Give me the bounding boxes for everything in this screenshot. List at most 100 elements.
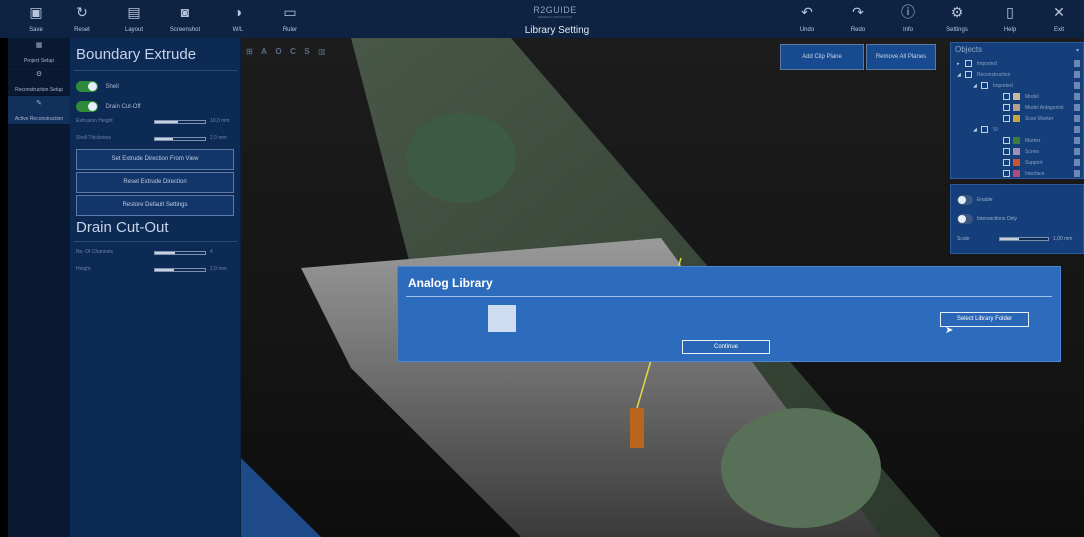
options-icon[interactable] — [1074, 115, 1080, 122]
camera-icon: ◙ — [180, 4, 190, 20]
list-item[interactable]: ◢ Imported — [951, 81, 1083, 91]
sagittal-view-icon[interactable]: S — [304, 47, 309, 56]
clip-options-panel: Enable Intersections Only Scale 1,00 mm — [950, 184, 1084, 254]
visibility-checkbox[interactable] — [981, 82, 988, 89]
expand-arrow-icon[interactable]: ▸ — [957, 61, 960, 67]
step-active-reconstruction[interactable]: ✎ Active Reconstruction — [8, 96, 70, 125]
options-icon[interactable] — [1074, 137, 1080, 144]
list-item[interactable]: ▸ Imported — [951, 59, 1083, 69]
shell-toggle[interactable] — [76, 81, 98, 93]
extrusion-height-row: Extrusion Height 10,0 mm — [76, 118, 230, 124]
ruler-button[interactable]: ▭ Ruler — [265, 0, 315, 38]
color-swatch[interactable] — [1013, 159, 1020, 166]
reset-icon: ↻ — [76, 4, 88, 20]
color-swatch[interactable] — [1013, 115, 1020, 122]
visibility-checkbox[interactable] — [1003, 104, 1010, 111]
visibility-checkbox[interactable] — [1003, 93, 1010, 100]
options-icon[interactable] — [1074, 148, 1080, 155]
objects-panel: Objects ▾ ▸ Imported ◢ Reconstruction ◢ Impor… — [950, 42, 1084, 179]
grid-view-icon[interactable]: ⊞ — [246, 47, 253, 56]
undo-button[interactable]: ↶ Undo — [782, 0, 832, 38]
list-item[interactable]: Model Antagonist — [951, 103, 1083, 113]
step-project-setup[interactable]: ▦ Project Setup — [8, 38, 70, 67]
reset-button[interactable]: ↻ Reset — [57, 0, 107, 38]
color-swatch[interactable] — [1013, 170, 1020, 177]
list-item[interactable]: ◢ Reconstruction — [951, 70, 1083, 80]
list-item[interactable]: Marker — [951, 136, 1083, 146]
visibility-checkbox[interactable] — [1003, 148, 1010, 155]
divider — [74, 70, 237, 71]
list-item[interactable]: Screw — [951, 147, 1083, 157]
shell-toggle-row: Shell — [76, 78, 119, 93]
save-button[interactable]: ▣ Save — [11, 0, 61, 38]
options-icon[interactable] — [1074, 93, 1080, 100]
undo-icon: ↶ — [801, 4, 813, 20]
options-icon[interactable] — [1074, 104, 1080, 111]
layout-icon: ▤ — [127, 4, 141, 20]
divider — [74, 241, 237, 242]
axial-view-icon[interactable]: A — [261, 47, 267, 56]
color-swatch[interactable] — [1013, 148, 1020, 155]
list-item[interactable]: Support — [951, 158, 1083, 168]
redo-icon: ↷ — [852, 4, 864, 20]
options-icon[interactable] — [1074, 159, 1080, 166]
expand-arrow-icon[interactable]: ◢ — [973, 127, 977, 133]
visibility-checkbox[interactable] — [1003, 170, 1010, 177]
options-icon[interactable] — [1074, 126, 1080, 133]
list-item[interactable]: Scan Marker — [951, 114, 1083, 124]
visibility-checkbox[interactable] — [1003, 159, 1010, 166]
list-item[interactable]: Interface — [951, 169, 1083, 179]
list-item[interactable]: Model — [951, 92, 1083, 102]
info-icon: ⓘ — [901, 4, 915, 20]
extrusion-height-slider[interactable] — [154, 120, 206, 124]
occlusal-view-icon[interactable]: O — [275, 47, 281, 56]
library-thumbnail[interactable] — [488, 305, 516, 332]
scale-slider[interactable] — [999, 237, 1049, 241]
visibility-checkbox[interactable] — [1003, 137, 1010, 144]
drain-cutoff-toggle[interactable] — [76, 101, 98, 113]
redo-button[interactable]: ↷ Redo — [833, 0, 883, 38]
step-reconstruction-setup[interactable]: ⚙ Reconstruction Setup — [8, 67, 70, 96]
screenshot-button[interactable]: ◙ Screenshot — [160, 0, 210, 38]
close-icon: ✕ — [1053, 4, 1065, 20]
add-clip-plane-button[interactable]: Add Clip Plane — [780, 44, 864, 70]
settings-button[interactable]: ⚙ Settings — [932, 0, 982, 38]
visibility-checkbox[interactable] — [965, 60, 972, 67]
expand-arrow-icon[interactable]: ◢ — [957, 72, 961, 78]
color-swatch[interactable] — [1013, 137, 1020, 144]
set-extrude-direction-button[interactable]: Set Extrude Direction From View — [76, 149, 234, 170]
wl-button[interactable]: ◑ W/L — [213, 0, 263, 38]
visibility-checkbox[interactable] — [1003, 115, 1010, 122]
shell-thickness-slider[interactable] — [154, 137, 206, 141]
reset-extrude-direction-button[interactable]: Reset Extrude Direction — [76, 172, 234, 193]
info-button[interactable]: ⓘ Info — [883, 0, 933, 38]
channels-slider[interactable] — [154, 251, 206, 255]
list-item[interactable]: ◢ SI — [951, 125, 1083, 135]
dialog-title: Analog Library — [408, 276, 493, 290]
color-swatch[interactable] — [1013, 93, 1020, 100]
collapse-icon[interactable]: ▾ — [1076, 47, 1079, 54]
options-icon[interactable] — [1074, 60, 1080, 67]
visibility-checkbox[interactable] — [981, 126, 988, 133]
brand-logo: R2GUIDE — [533, 5, 577, 15]
panel-view-icon[interactable]: ▥ — [318, 47, 326, 56]
contrast-icon: ◑ — [233, 4, 243, 20]
coronal-view-icon[interactable]: C — [290, 47, 296, 56]
options-icon[interactable] — [1074, 170, 1080, 177]
remove-all-planes-button[interactable]: Remove All Planes — [866, 44, 936, 70]
options-icon[interactable] — [1074, 82, 1080, 89]
exit-button[interactable]: ✕ Exit — [1034, 0, 1084, 38]
help-button[interactable]: ▯ Help — [985, 0, 1035, 38]
color-swatch[interactable] — [1013, 104, 1020, 111]
visibility-checkbox[interactable] — [965, 71, 972, 78]
expand-arrow-icon[interactable]: ◢ — [973, 83, 977, 89]
intersections-only-toggle[interactable] — [957, 214, 973, 224]
height-slider[interactable] — [154, 268, 206, 272]
enable-toggle[interactable] — [957, 195, 973, 205]
continue-button[interactable]: Continue — [682, 340, 770, 354]
layout-button[interactable]: ▤ Layout — [109, 0, 159, 38]
drain-cutoff-toggle-row: Drain Cut-Off — [76, 98, 141, 113]
gear-icon: ⚙ — [950, 4, 964, 20]
options-icon[interactable] — [1074, 71, 1080, 78]
restore-default-settings-button[interactable]: Restore Default Settings — [76, 195, 234, 216]
